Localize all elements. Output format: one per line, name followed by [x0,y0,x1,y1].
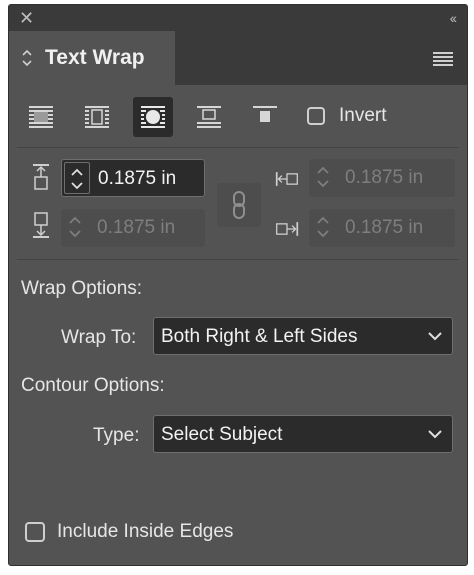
jump-next-column-icon [253,106,277,122]
jump-to-next-column-button[interactable] [245,97,285,137]
right-offset-value[interactable]: 0.1875 in [345,217,423,239]
no-wrap-icon [29,106,53,128]
invert-checkbox[interactable] [307,107,325,125]
contour-type-label: Type: [93,425,140,446]
top-offset-value[interactable]: 0.1875 in [98,168,176,190]
invert-label: Invert [339,105,387,126]
wrap-options-heading: Wrap Options: [21,278,143,299]
bounding-box-wrap-icon [85,106,109,128]
left-offset-field[interactable]: 0.1875 in [309,159,455,197]
close-icon[interactable]: ✕ [19,9,34,27]
contour-type-selected-value: Select Subject [161,424,283,445]
right-offset-stepper[interactable] [311,211,337,243]
panel-title: Text Wrap [45,46,145,69]
jump-object-button[interactable] [189,97,229,137]
contour-options-heading: Contour Options: [21,375,165,396]
no-text-wrap-button[interactable] [21,97,61,137]
collapse-panel-icon[interactable]: ‹‹ [450,10,457,26]
left-offset-value[interactable]: 0.1875 in [345,167,423,189]
right-offset-icon [276,222,299,236]
stepper-arrows-icon [317,216,329,238]
right-offset-field[interactable]: 0.1875 in [309,209,455,247]
object-shape-wrap-icon [141,106,165,128]
panel-title-bar: ✕ ‹‹ [9,5,467,31]
stepper-arrows-icon [317,166,329,188]
bottom-offset-field[interactable]: 0.1875 in [61,209,205,247]
wrap-to-label: Wrap To: [61,327,137,348]
bottom-offset-icon [33,212,49,238]
include-inside-edges-label: Include Inside Edges [57,521,234,542]
top-offset-stepper[interactable] [64,162,90,194]
tab-text-wrap[interactable]: Text Wrap [9,31,175,85]
bottom-offset-stepper[interactable] [63,211,89,243]
chevron-down-icon [428,332,442,341]
section-divider [17,259,459,260]
chevron-down-icon [428,430,442,439]
stepper-arrows-icon [69,216,81,238]
chain-link-icon [233,191,245,219]
jump-object-icon [197,106,221,128]
wrap-to-selected-value: Both Right & Left Sides [161,326,358,347]
left-offset-stepper[interactable] [311,161,337,193]
tab-expand-icon[interactable] [21,47,33,69]
wrap-bounding-box-button[interactable] [77,97,117,137]
panel-menu-icon[interactable] [433,52,453,66]
stepper-arrows-icon [71,168,83,190]
left-offset-icon [275,172,298,186]
top-offset-field[interactable]: 0.1875 in [61,159,205,197]
bottom-offset-value[interactable]: 0.1875 in [97,217,175,239]
wrap-object-shape-button[interactable] [133,97,173,137]
section-divider [17,147,459,148]
wrap-to-select[interactable]: Both Right & Left Sides [153,317,453,355]
text-wrap-panel: ✕ ‹‹ Text Wrap Invert 0.1875 in 0.1875 i… [8,4,468,566]
panel-tab-row: Text Wrap [9,31,467,85]
contour-type-select[interactable]: Select Subject [153,415,453,453]
include-inside-edges-checkbox[interactable] [25,522,45,542]
make-all-settings-same-button[interactable] [217,183,261,227]
top-offset-icon [33,164,49,190]
